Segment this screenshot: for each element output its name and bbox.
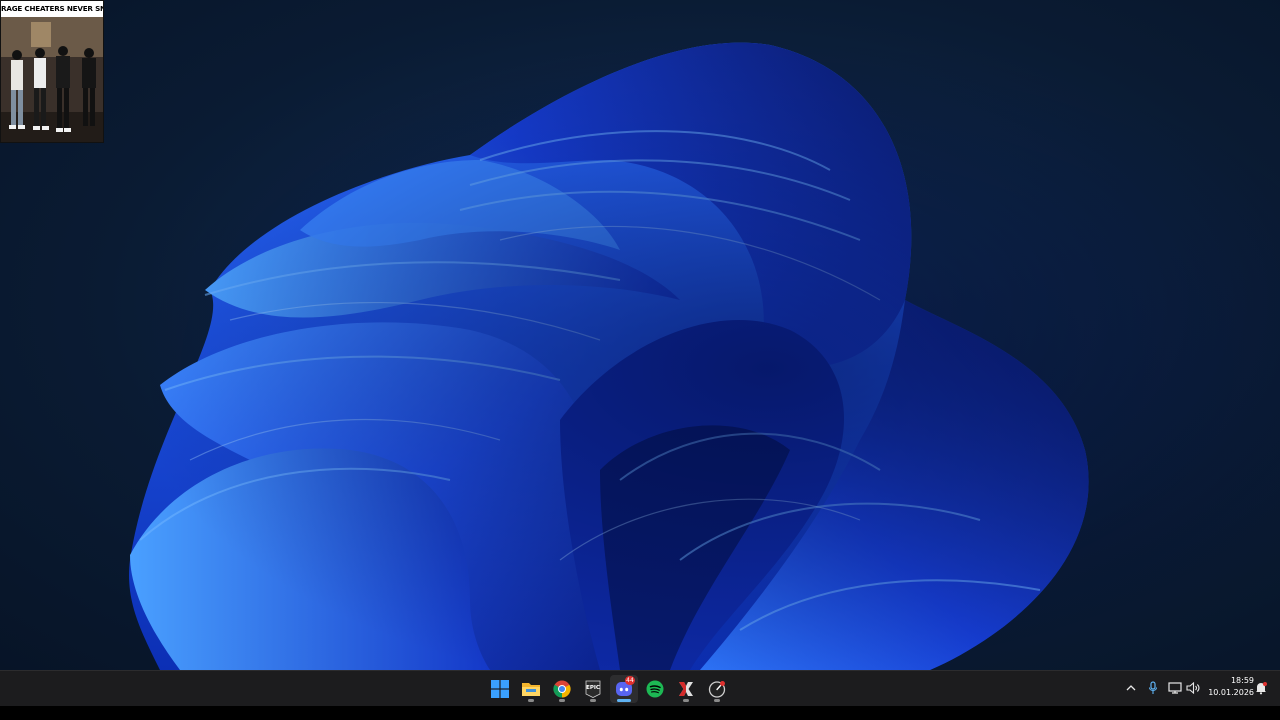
microphone-icon xyxy=(1148,681,1158,694)
folder-icon xyxy=(522,683,540,696)
volume-icon xyxy=(1186,682,1200,694)
taskbar-file-explorer[interactable] xyxy=(517,675,545,703)
notification-button[interactable] xyxy=(1252,679,1270,697)
running-indicator xyxy=(714,699,720,702)
chevron-up-icon xyxy=(1126,685,1136,691)
taskbar-epic-games[interactable]: EPIC xyxy=(579,675,607,703)
taskbar-chrome[interactable] xyxy=(548,675,576,703)
overlay-caption: RAGE CHEATERS NEVER SNITCH xyxy=(1,1,103,17)
bell-icon xyxy=(1256,682,1267,695)
epic-games-label: EPIC xyxy=(586,685,600,691)
network-icon xyxy=(1168,682,1182,694)
tray-microphone[interactable] xyxy=(1144,679,1162,697)
running-indicator xyxy=(590,699,596,702)
tray-network[interactable] xyxy=(1166,679,1184,697)
spotify-icon xyxy=(646,680,664,698)
clock-date: 10.01.2026 xyxy=(1208,688,1254,697)
taskbar-spotify[interactable] xyxy=(641,675,669,703)
desktop[interactable]: RAGE CHEATERS NEVER SNITCH xyxy=(0,0,1280,670)
overlay-image-card: RAGE CHEATERS NEVER SNITCH xyxy=(0,0,104,143)
taskbar-discord[interactable]: 44 xyxy=(610,675,638,703)
windows-logo-icon xyxy=(491,680,509,698)
taskbar-red-x-app[interactable] xyxy=(672,675,700,703)
taskbar-gauge-app[interactable] xyxy=(703,675,731,703)
gauge-icon xyxy=(708,681,726,698)
taskbar-clock[interactable]: 18:59 10.01.2026 xyxy=(1204,675,1254,699)
start-button[interactable] xyxy=(486,675,514,703)
group-photo xyxy=(1,17,103,142)
tray-volume[interactable] xyxy=(1184,679,1202,697)
discord-badge: 44 xyxy=(625,676,635,685)
bottom-strip xyxy=(0,706,1280,720)
running-indicator xyxy=(528,699,534,702)
clock-time: 18:59 xyxy=(1230,676,1254,685)
tray-overflow-button[interactable] xyxy=(1122,679,1140,697)
running-indicator xyxy=(559,699,565,702)
active-indicator xyxy=(617,699,631,702)
running-indicator xyxy=(683,699,689,702)
red-x-icon xyxy=(679,682,693,696)
wallpaper-bloom xyxy=(0,0,1280,670)
chrome-icon xyxy=(553,680,571,698)
taskbar: EPIC 44 18:59 10.01.2026 xyxy=(0,670,1280,706)
